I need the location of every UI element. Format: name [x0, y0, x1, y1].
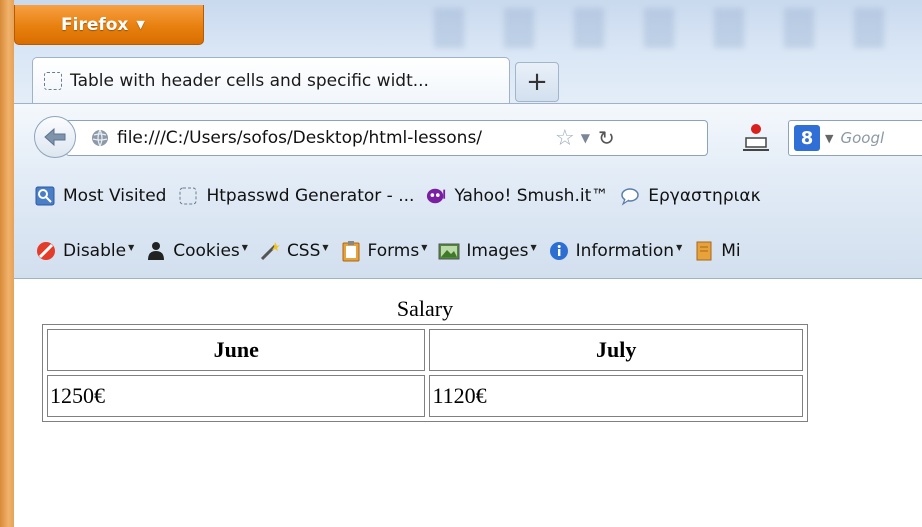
window-frame: [0, 0, 14, 527]
misc-icon: [693, 240, 715, 262]
devtool-label: Mi: [721, 240, 741, 261]
forms-icon: [340, 240, 362, 262]
dropdown-icon: ▼: [530, 243, 537, 252]
devtool-label: Information: [575, 240, 675, 261]
bookmarks-toolbar: Most Visited Htpasswd Generator - ... Ya…: [14, 169, 922, 223]
caret-down-icon: ▼: [136, 18, 145, 31]
table-header-row: June July: [47, 329, 803, 371]
new-tab-button[interactable]: +: [515, 62, 559, 102]
devtool-css[interactable]: CSS ▼: [259, 240, 329, 262]
page-content: Salary June July 1250€ 1120€: [14, 279, 922, 527]
bookmark-label: Εργαστηριακ: [648, 186, 761, 206]
back-arrow-icon: [44, 127, 66, 147]
dropdown-icon: ▼: [322, 243, 329, 252]
devtool-label: Disable: [63, 240, 127, 261]
devtool-label: CSS: [286, 240, 321, 261]
bookmark-label: Yahoo! Smush.it™: [454, 186, 609, 206]
tab-active[interactable]: Table with header cells and specific wid…: [32, 57, 510, 103]
navigation-toolbar: file:///C:/Users/sofos/Desktop/html-less…: [14, 103, 922, 170]
reload-icon[interactable]: ↻: [598, 126, 615, 150]
information-icon: [548, 240, 570, 262]
plus-icon: +: [526, 67, 548, 97]
page-icon: [178, 186, 198, 206]
firefox-menu-label: Firefox: [61, 14, 129, 35]
firefox-menu-button[interactable]: Firefox ▼: [14, 5, 204, 45]
header-cell-june: June: [47, 329, 426, 371]
titlebar-background: [434, 8, 922, 48]
table-cell: 1120€: [429, 375, 803, 417]
dropdown-icon: ▼: [421, 243, 428, 252]
bookmark-htpasswd[interactable]: Htpasswd Generator - ...: [178, 186, 414, 206]
devtool-information[interactable]: Information ▼: [548, 240, 683, 262]
yahoo-icon: [426, 186, 446, 206]
devtool-misc[interactable]: Mi: [693, 240, 741, 262]
disable-icon: [35, 240, 57, 262]
dropdown-icon: ▼: [676, 243, 683, 252]
devtool-label: Images: [466, 240, 529, 261]
bookmark-yahoo-smushit[interactable]: Yahoo! Smush.it™: [426, 186, 608, 206]
devtool-disable[interactable]: Disable ▼: [35, 240, 134, 262]
cookies-icon: [145, 240, 167, 262]
devtool-images[interactable]: Images ▼: [438, 240, 537, 262]
web-developer-toolbar: Disable ▼ Cookies ▼ CSS ▼ Forms ▼ Images ▼ In…: [14, 223, 922, 279]
search-engine-icon: 8: [794, 125, 820, 151]
url-bar[interactable]: file:///C:/Users/sofos/Desktop/html-less…: [66, 120, 708, 156]
table-caption: Salary: [396, 296, 454, 321]
back-button[interactable]: [34, 116, 76, 158]
search-bar[interactable]: 8 ▼ Googl: [788, 120, 922, 156]
search-engine-dropdown-icon[interactable]: ▼: [825, 132, 833, 145]
table-row: 1250€ 1120€: [47, 375, 803, 417]
history-dropdown-icon[interactable]: ▼: [581, 131, 590, 145]
dropdown-icon: ▼: [241, 243, 248, 252]
devtool-label: Forms: [367, 240, 420, 261]
bookmark-most-visited[interactable]: Most Visited: [35, 186, 166, 206]
devtool-cookies[interactable]: Cookies ▼: [145, 240, 248, 262]
addon-icon[interactable]: [739, 120, 773, 154]
images-icon: [438, 240, 460, 262]
globe-icon: [92, 129, 108, 147]
css-icon: [259, 240, 281, 262]
salary-table: Salary June July 1250€ 1120€: [42, 294, 808, 422]
bookmark-star-icon[interactable]: ☆: [555, 126, 575, 151]
search-placeholder: Googl: [840, 129, 885, 147]
bookmark-ergastiriaki[interactable]: Εργαστηριακ: [620, 186, 761, 206]
page-icon: [44, 71, 62, 90]
most-visited-icon: [35, 186, 55, 206]
table-cell: 1250€: [47, 375, 426, 417]
bookmark-label: Htpasswd Generator - ...: [206, 186, 415, 206]
url-text: file:///C:/Users/sofos/Desktop/html-less…: [117, 128, 483, 148]
bookmark-label: Most Visited: [63, 186, 167, 206]
devtool-label: Cookies: [173, 240, 240, 261]
dropdown-icon: ▼: [128, 243, 135, 252]
devtool-forms[interactable]: Forms ▼: [340, 240, 428, 262]
tab-title: Table with header cells and specific wid…: [70, 70, 429, 91]
header-cell-july: July: [429, 329, 803, 371]
chat-icon: [620, 186, 640, 206]
